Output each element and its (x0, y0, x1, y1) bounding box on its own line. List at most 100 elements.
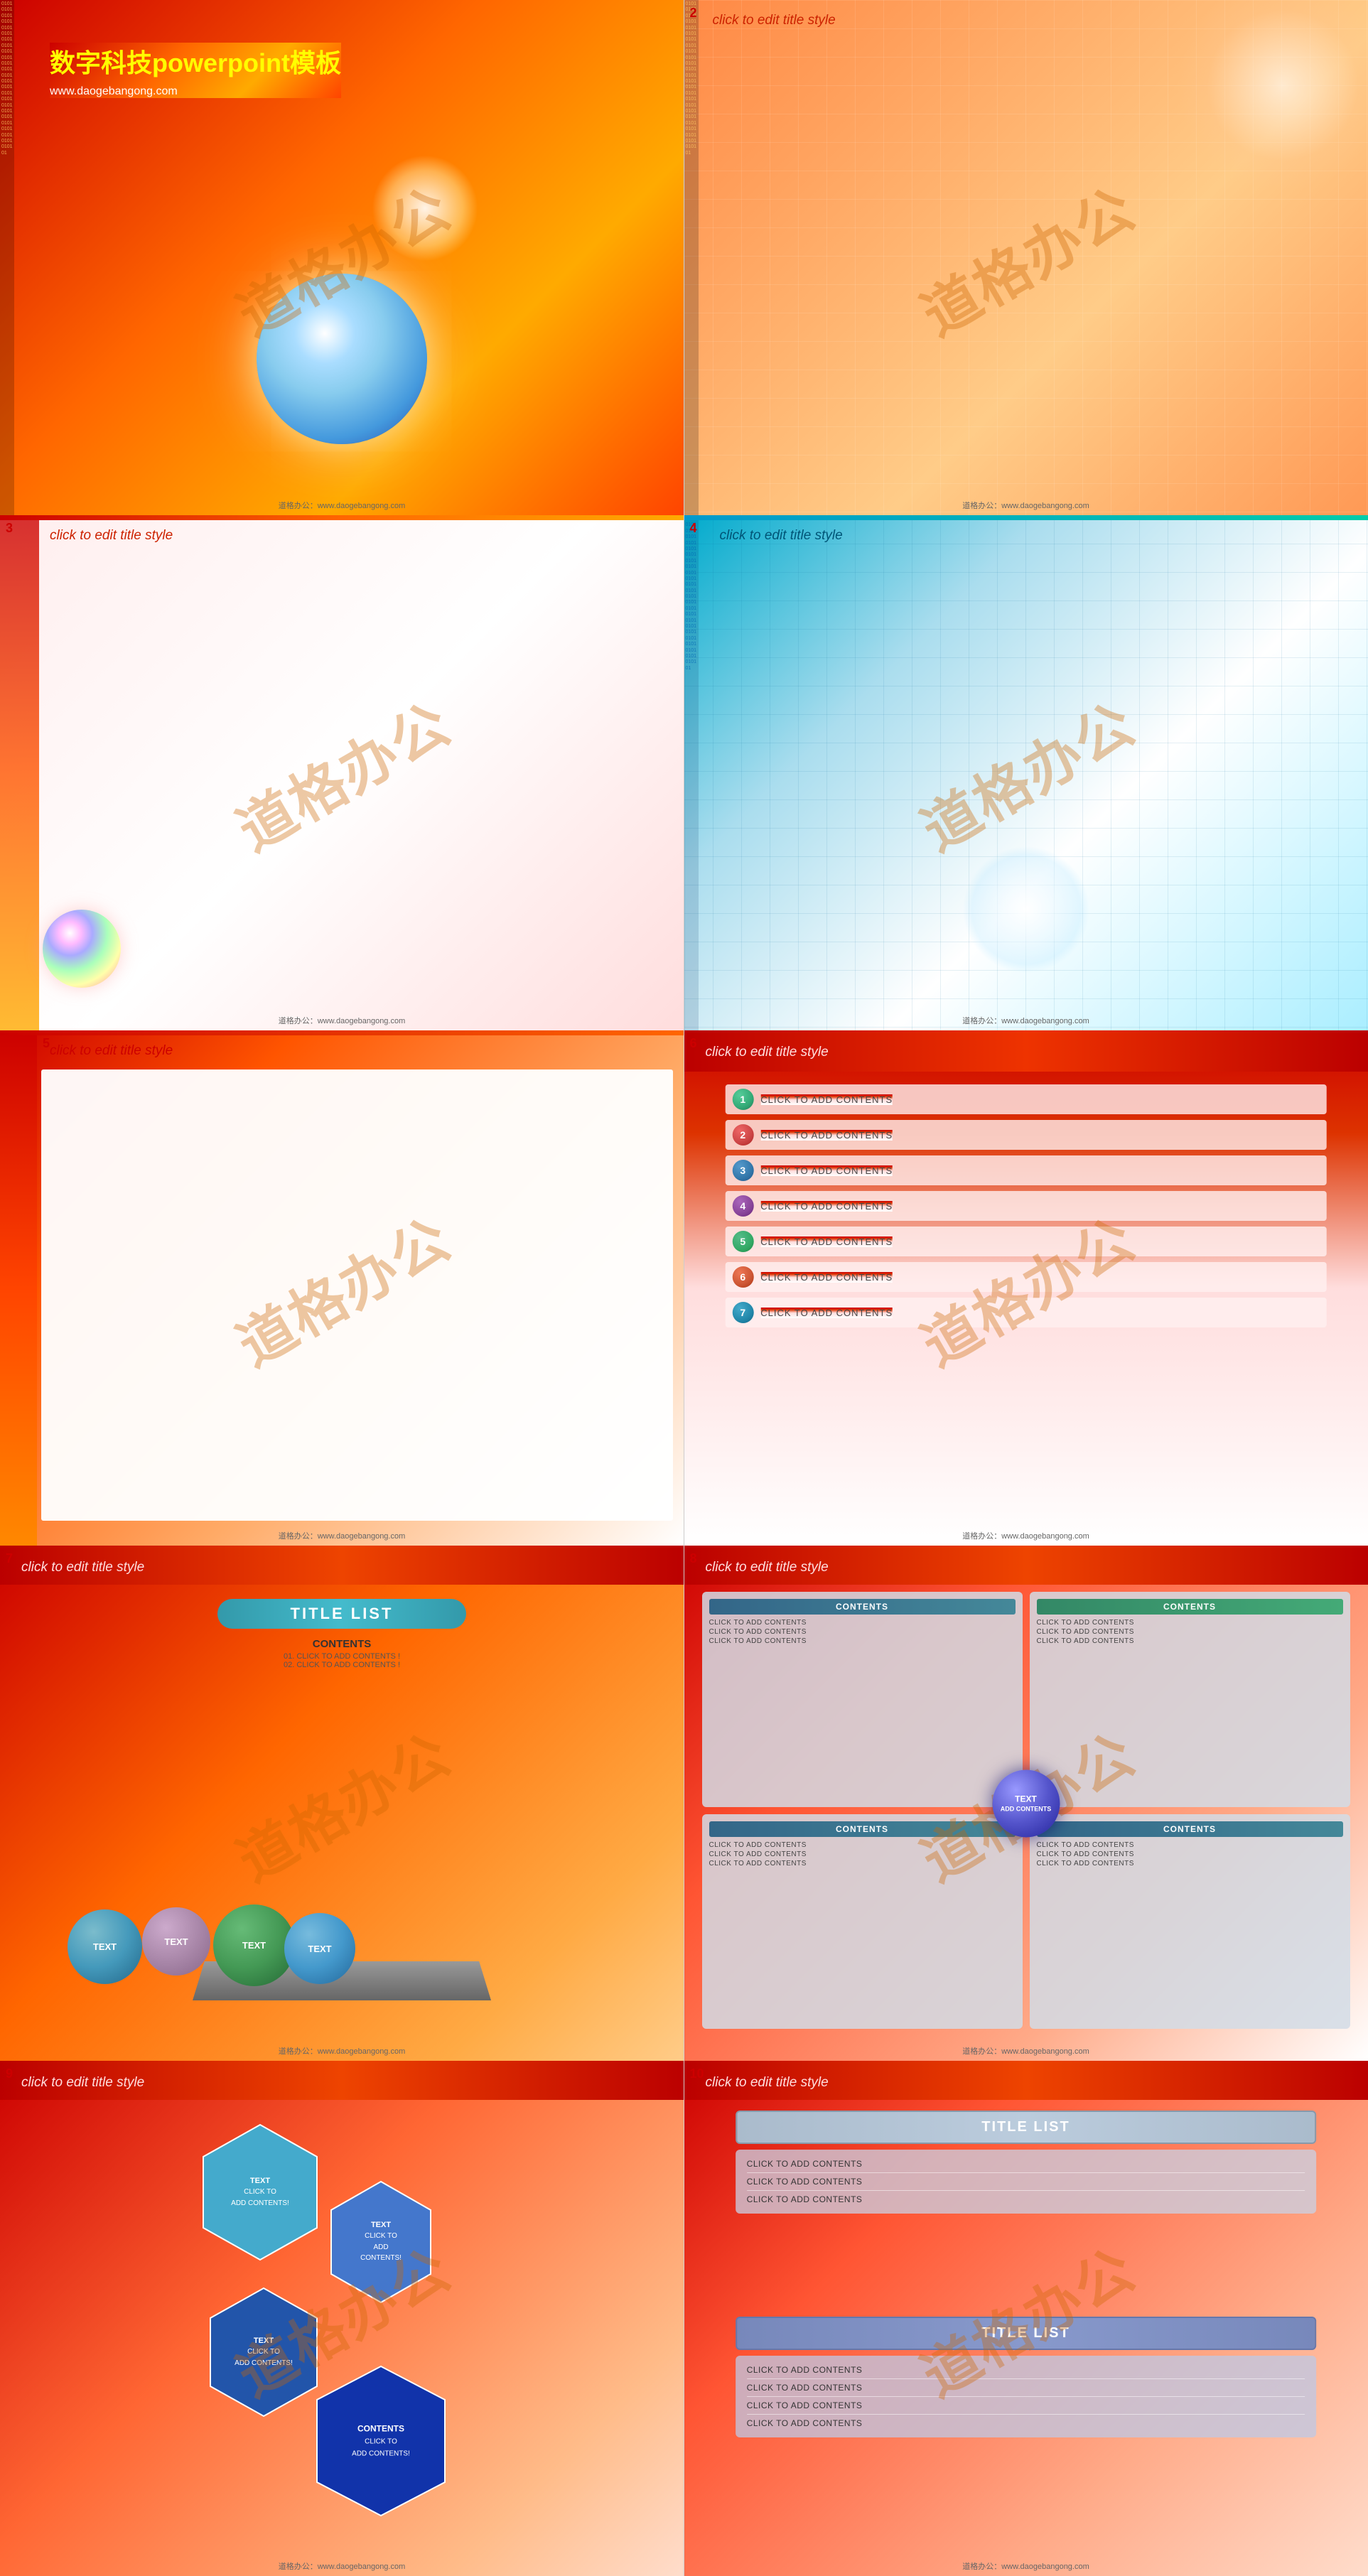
title-placeholder[interactable]: click to edit title style (50, 528, 173, 544)
contents-box: CONTENTS 01. CLICK TO ADD CONTENTS ! 02.… (235, 1638, 448, 1669)
slide-number: 7 (6, 1551, 13, 1566)
list-item-6[interactable]: 6 CLICK TO ADD CONTENTS (725, 1262, 1327, 1292)
hex-3-text: TEXTCLICK TOADD CONTENTS! (235, 2336, 293, 2368)
list-1-container: TITLE LIST CLICK TO ADD CONTENTS CLICK T… (736, 2111, 1317, 2214)
list-2-item-2[interactable]: CLICK TO ADD CONTENTS (747, 2379, 1305, 2397)
white-content-area[interactable] (41, 1069, 673, 1521)
footer: 道格办公：www.daogebangong.com (962, 2560, 1089, 2572)
center-text-2: ADD CONTENTS (1001, 1806, 1052, 1813)
item-text-7: CLICK TO ADD CONTENTS (760, 1308, 893, 1318)
hexagons-area: TEXTCLICK TOADD CONTENTS! TEXTCLICK TOAD… (182, 2107, 502, 2519)
slides-grid: 0101010101010101010101010101010101010101… (0, 0, 1368, 2576)
box-1-header: CONTENTS (709, 1599, 1016, 1615)
slide-number: 9 (6, 2066, 13, 2081)
list-1-title[interactable]: TITLE LIST (736, 2111, 1317, 2144)
center-circle[interactable]: TEXT ADD CONTENTS (992, 1769, 1060, 1837)
top-bar (0, 515, 684, 520)
bullet-1: 1 (732, 1089, 753, 1110)
box-1-line-1: CLICK TO ADD CONTENTS (709, 1619, 1016, 1627)
slide-number: 10 (690, 2066, 704, 2081)
hex-1[interactable]: TEXTCLICK TOADD CONTENTS! (196, 2121, 324, 2263)
slide-number: 2 (690, 6, 697, 21)
item-text-5: CLICK TO ADD CONTENTS (760, 1236, 893, 1247)
slide-1: 0101010101010101010101010101010101010101… (0, 0, 684, 515)
slide-7: 7 click to edit title style TITLE LIST C… (0, 1546, 684, 2061)
bullet-2: 2 (732, 1124, 753, 1146)
bullet-4: 4 (732, 1195, 753, 1217)
box-2-line-3: CLICK TO ADD CONTENTS (1037, 1637, 1343, 1645)
box-3-line-1: CLICK TO ADD CONTENTS (709, 1841, 1016, 1849)
list-item-7[interactable]: 7 CLICK TO ADD CONTENTS (725, 1298, 1327, 1327)
list-1-item-3[interactable]: CLICK TO ADD CONTENTS (747, 2191, 1305, 2208)
glow-effect (372, 155, 478, 262)
title-placeholder[interactable]: click to edit title style (21, 1560, 144, 1575)
footer: 道格办公：www.daogebangong.com (962, 1015, 1089, 1026)
footer: 道格办公：www.daogebangong.com (279, 1015, 406, 1026)
content-list: 1 CLICK TO ADD CONTENTS 2 CLICK TO ADD C… (725, 1079, 1327, 1333)
top-bar (0, 1030, 684, 1035)
list-item-5[interactable]: 5 CLICK TO ADD CONTENTS (725, 1227, 1327, 1256)
box-1-line-3: CLICK TO ADD CONTENTS (709, 1637, 1016, 1645)
slide-3: 3 click to edit title style 道格办公 道格办公：ww… (0, 515, 684, 1030)
list-1-item-2[interactable]: CLICK TO ADD CONTENTS (747, 2173, 1305, 2191)
title-placeholder[interactable]: click to edit title style (706, 2075, 829, 2091)
item-text-2: CLICK TO ADD CONTENTS (760, 1130, 893, 1141)
binary-decoration: 0101010101010101010101010101010101010101… (0, 0, 14, 515)
slide-4: 0101010101010101010101010101010101010101… (684, 515, 1368, 1030)
slide-number: 4 (690, 521, 697, 536)
slide-6: 6 click to edit title style 1 CLICK TO A… (684, 1030, 1368, 1546)
list-item-4[interactable]: 4 CLICK TO ADD CONTENTS (725, 1191, 1327, 1221)
box-4-line-3: CLICK TO ADD CONTENTS (1037, 1860, 1343, 1868)
list-2-item-3[interactable]: CLICK TO ADD CONTENTS (747, 2397, 1305, 2415)
main-title[interactable]: 数字科技powerpoint模板 (50, 43, 341, 80)
list-2-item-4[interactable]: CLICK TO ADD CONTENTS (747, 2415, 1305, 2432)
title-placeholder[interactable]: click to edit title style (706, 1045, 829, 1060)
box-3-line-3: CLICK TO ADD CONTENTS (709, 1860, 1016, 1868)
content-box-3[interactable]: CONTENTS CLICK TO ADD CONTENTS CLICK TO … (702, 1814, 1023, 2030)
title-placeholder[interactable]: click to edit title style (706, 1560, 829, 1575)
box-4-line-2: CLICK TO ADD CONTENTS (1037, 1850, 1343, 1858)
list-2-items: CLICK TO ADD CONTENTS CLICK TO ADD CONTE… (736, 2356, 1317, 2437)
list-1-item-1[interactable]: CLICK TO ADD CONTENTS (747, 2155, 1305, 2173)
box-4-line-1: CLICK TO ADD CONTENTS (1037, 1841, 1343, 1849)
globe-graphic (257, 274, 427, 444)
item-text-3: CLICK TO ADD CONTENTS (760, 1165, 893, 1176)
hex-2[interactable]: TEXTCLICK TOADD CONTENTS! (324, 2178, 438, 2306)
title-banner[interactable]: TITLE LIST (217, 1599, 466, 1629)
hex-4[interactable]: CONTENTSCLICK TOADD CONTENTS! (310, 2363, 452, 2519)
sub-title[interactable]: www.daogebangong.com (50, 85, 341, 98)
box-3-line-2: CLICK TO ADD CONTENTS (709, 1850, 1016, 1858)
list-2-title[interactable]: TITLE LIST (736, 2317, 1317, 2350)
bullet-3: 3 (732, 1160, 753, 1181)
slide-number: 5 (43, 1036, 50, 1051)
list-item-3[interactable]: 3 CLICK TO ADD CONTENTS (725, 1155, 1327, 1185)
slide-5: 5 click to edit title style 道格办公 道格办公：ww… (0, 1030, 684, 1546)
content-box-2[interactable]: CONTENTS CLICK TO ADD CONTENTS CLICK TO … (1030, 1592, 1350, 1807)
sphere-3[interactable]: TEXT (213, 1904, 295, 1986)
footer: 道格办公：www.daogebangong.com (962, 500, 1089, 511)
title-placeholder[interactable]: click to edit title style (713, 13, 836, 28)
box-1-line-2: CLICK TO ADD CONTENTS (709, 1628, 1016, 1636)
box-4-header: CONTENTS (1037, 1821, 1343, 1837)
content-box-4[interactable]: CONTENTS CLICK TO ADD CONTENTS CLICK TO … (1030, 1814, 1350, 2030)
list-item-2[interactable]: 2 CLICK TO ADD CONTENTS (725, 1120, 1327, 1150)
list-2-item-1[interactable]: CLICK TO ADD CONTENTS (747, 2361, 1305, 2379)
binary-decoration: 0101010101010101010101010101010101010101… (684, 0, 699, 515)
slide-2: 0101010101010101010101010101010101010101… (684, 0, 1368, 515)
list-2-container: TITLE LIST CLICK TO ADD CONTENTS CLICK T… (736, 2317, 1317, 2437)
title-placeholder[interactable]: click to edit title style (720, 528, 843, 544)
footer: 道格办公：www.daogebangong.com (962, 2045, 1089, 2057)
footer: 道格办公：www.daogebangong.com (279, 2560, 406, 2572)
sphere-4[interactable]: TEXT (284, 1913, 355, 1984)
sphere-1[interactable]: TEXT (68, 1909, 142, 1984)
title-placeholder[interactable]: click to edit title style (21, 2075, 144, 2091)
glow-center (962, 846, 1090, 974)
list-item-1[interactable]: 1 CLICK TO ADD CONTENTS (725, 1084, 1327, 1114)
title-area: 数字科技powerpoint模板 www.daogebangong.com (50, 43, 341, 98)
title-placeholder[interactable]: click to edit title style (50, 1043, 173, 1059)
hex-3[interactable]: TEXTCLICK TOADD CONTENTS! (203, 2285, 324, 2420)
contents-line-1: 01. CLICK TO ADD CONTENTS ! (235, 1652, 448, 1661)
bullet-6: 6 (732, 1266, 753, 1288)
sphere-2[interactable]: TEXT (142, 1907, 210, 1976)
content-box-1[interactable]: CONTENTS CLICK TO ADD CONTENTS CLICK TO … (702, 1592, 1023, 1807)
